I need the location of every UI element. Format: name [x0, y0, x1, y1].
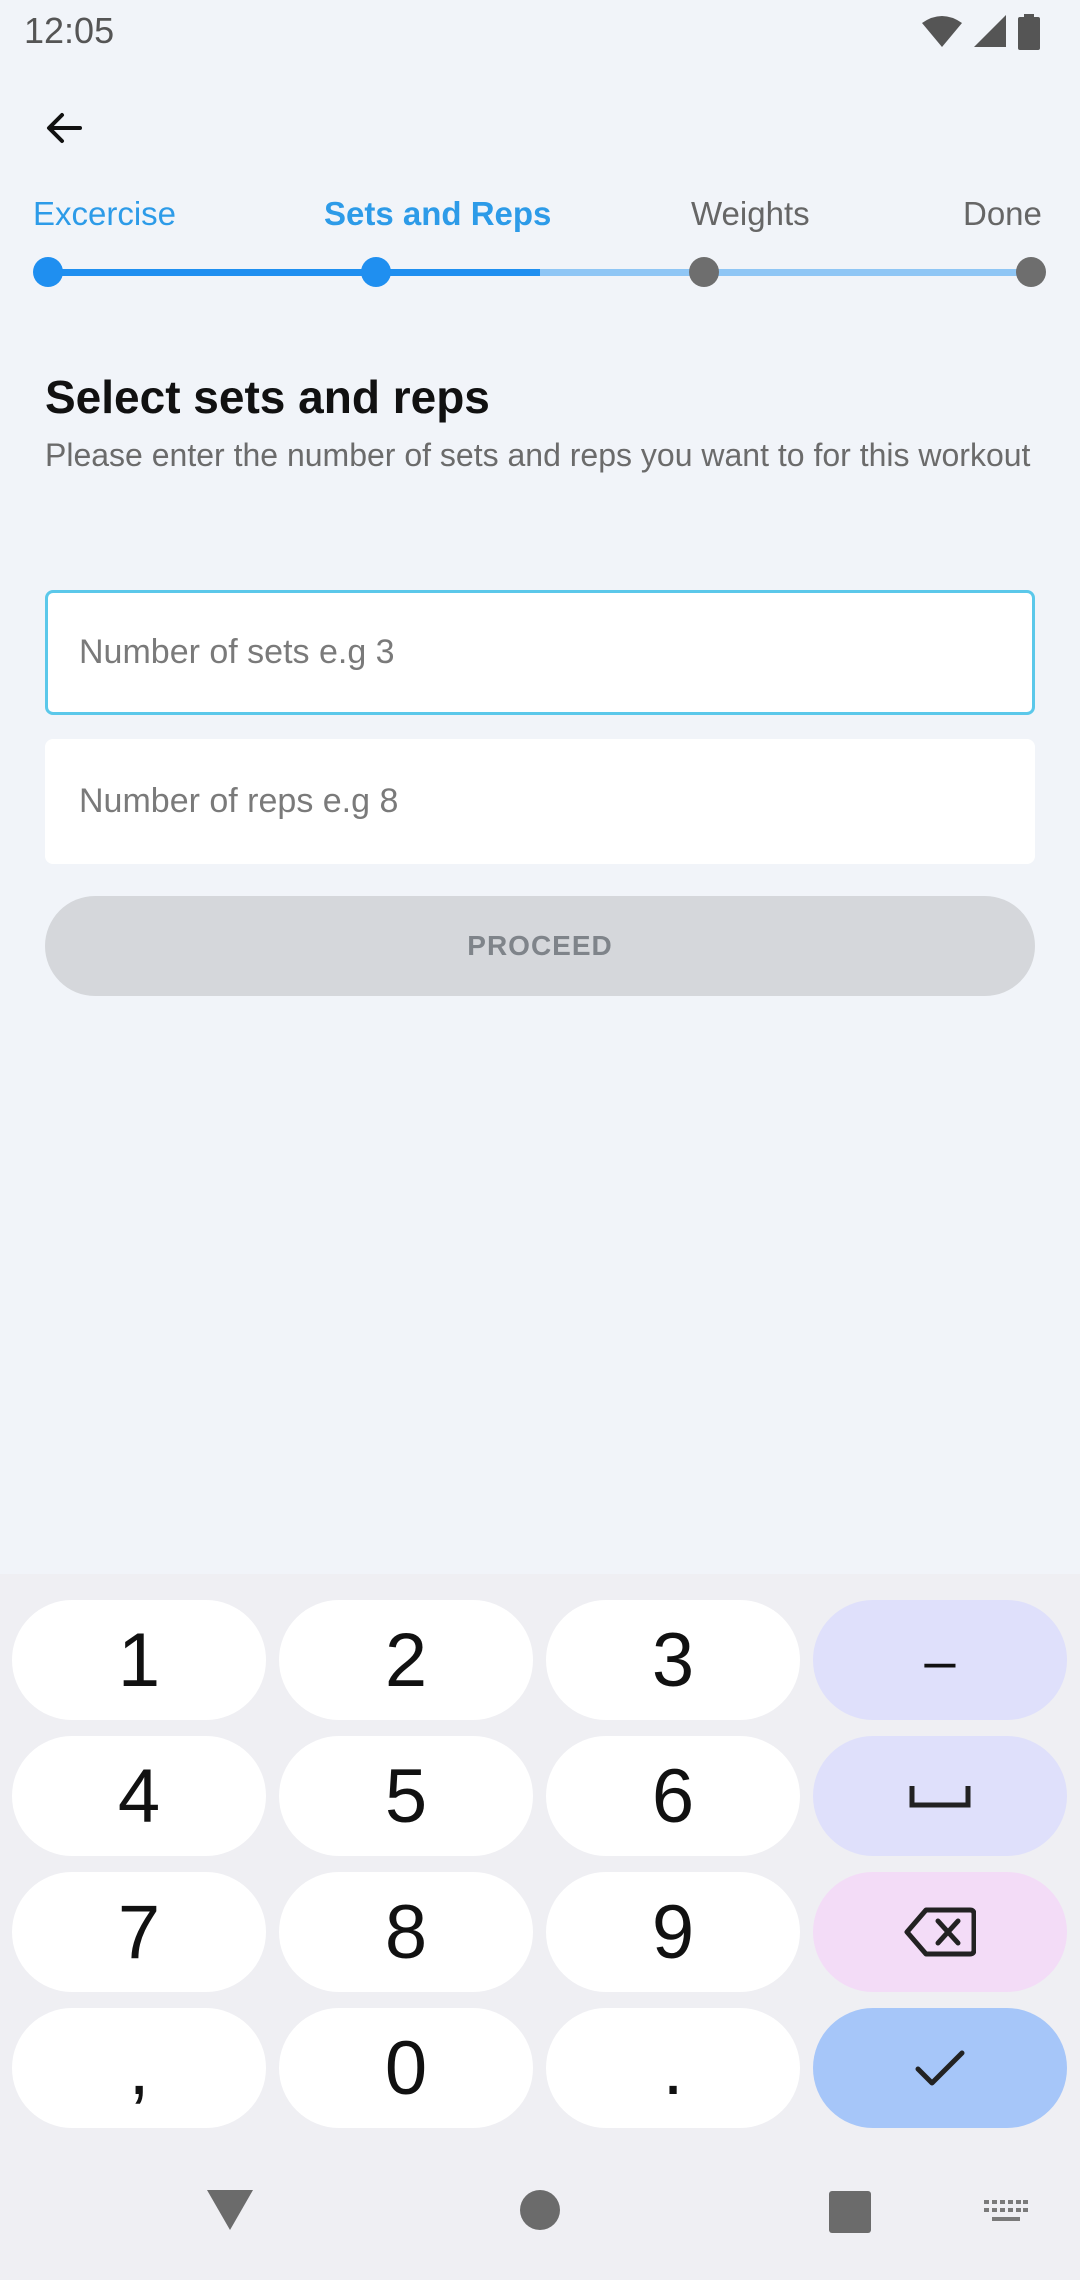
- numeric-keyboard: 1 2 3 – 4 5 6 7 8 9 , 0 .: [0, 1574, 1080, 2144]
- recents-square-icon[interactable]: [829, 2191, 871, 2233]
- key-enter[interactable]: [813, 2008, 1067, 2128]
- key-0[interactable]: 0: [279, 2008, 533, 2128]
- step-label-exercise[interactable]: Excercise: [33, 195, 176, 233]
- key-7[interactable]: 7: [12, 1872, 266, 1992]
- step-dot-exercise: [33, 257, 63, 287]
- key-comma[interactable]: ,: [12, 2008, 266, 2128]
- signal-icon: [974, 15, 1006, 47]
- key-2[interactable]: 2: [279, 1600, 533, 1720]
- keyboard-icon[interactable]: [984, 2200, 1028, 2226]
- key-3[interactable]: 3: [546, 1600, 800, 1720]
- step-label-sets-and-reps[interactable]: Sets and Reps: [324, 195, 551, 233]
- key-9[interactable]: 9: [546, 1872, 800, 1992]
- checkmark-icon: [915, 2050, 965, 2086]
- back-triangle-icon[interactable]: [205, 2188, 255, 2232]
- space-bar-icon: [909, 1786, 971, 1808]
- key-minus[interactable]: –: [813, 1600, 1067, 1720]
- key-1[interactable]: 1: [12, 1600, 266, 1720]
- step-dot-done: [1016, 257, 1046, 287]
- key-6[interactable]: 6: [546, 1736, 800, 1856]
- sets-input[interactable]: [45, 590, 1035, 715]
- stepper-track-completed: [48, 269, 540, 276]
- key-4[interactable]: 4: [12, 1736, 266, 1856]
- stepper-track-remaining: [540, 269, 1031, 276]
- status-icons: [922, 14, 1040, 50]
- status-bar: 12:05: [0, 0, 1080, 66]
- key-space[interactable]: [813, 1736, 1067, 1856]
- key-8[interactable]: 8: [279, 1872, 533, 1992]
- home-circle-icon[interactable]: [520, 2190, 560, 2230]
- proceed-button[interactable]: PROCEED: [45, 896, 1035, 996]
- reps-input[interactable]: [45, 739, 1035, 864]
- key-period[interactable]: .: [546, 2008, 800, 2128]
- backspace-icon: [904, 1907, 976, 1957]
- back-button[interactable]: [36, 100, 92, 156]
- arrow-left-icon: [47, 113, 82, 143]
- step-dot-weights: [689, 257, 719, 287]
- page-description: Please enter the number of sets and reps…: [45, 437, 1031, 473]
- step-label-done[interactable]: Done: [963, 195, 1042, 233]
- page-title: Select sets and reps: [45, 371, 490, 423]
- key-backspace[interactable]: [813, 1872, 1067, 1992]
- key-5[interactable]: 5: [279, 1736, 533, 1856]
- step-label-weights[interactable]: Weights: [691, 195, 810, 233]
- wifi-icon: [922, 16, 962, 47]
- status-time: 12:05: [24, 10, 115, 51]
- system-nav-bar: [0, 2144, 1080, 2280]
- step-dot-sets-and-reps: [361, 257, 391, 287]
- battery-icon: [1018, 14, 1040, 50]
